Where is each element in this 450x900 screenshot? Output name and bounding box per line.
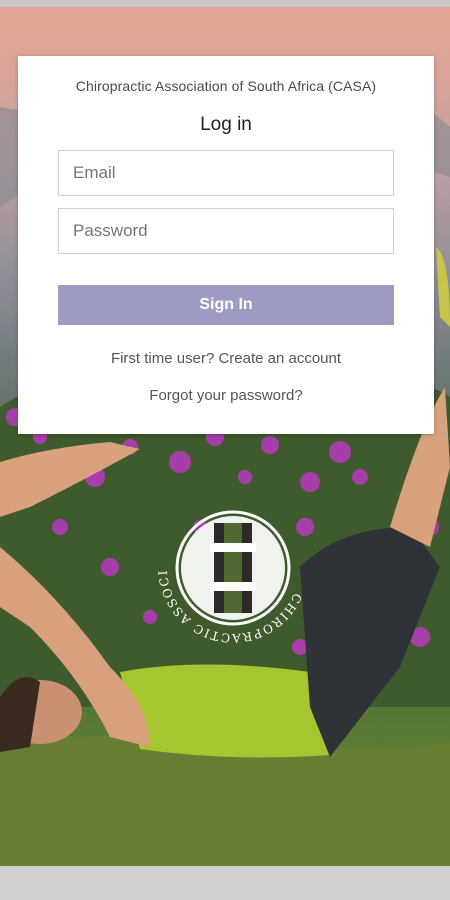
password-input[interactable]: [59, 209, 393, 253]
email-field[interactable]: [58, 150, 394, 196]
email-input[interactable]: [59, 151, 393, 195]
bottom-nav-strip: [0, 866, 450, 900]
organization-name: Chiropractic Association of South Africa…: [75, 78, 377, 94]
login-card: Chiropractic Association of South Africa…: [18, 56, 434, 434]
password-field[interactable]: [58, 208, 394, 254]
casa-logo: CHIROPRACTIC ASSOCIATION OF SOUTH AFRICA: [144, 474, 316, 651]
sign-in-button[interactable]: Sign In: [58, 285, 394, 325]
forgot-password-link[interactable]: Forgot your password?: [18, 387, 434, 404]
top-status-strip: [0, 0, 450, 7]
create-account-link[interactable]: First time user? Create an account: [18, 350, 434, 367]
login-heading: Log in: [200, 114, 252, 135]
